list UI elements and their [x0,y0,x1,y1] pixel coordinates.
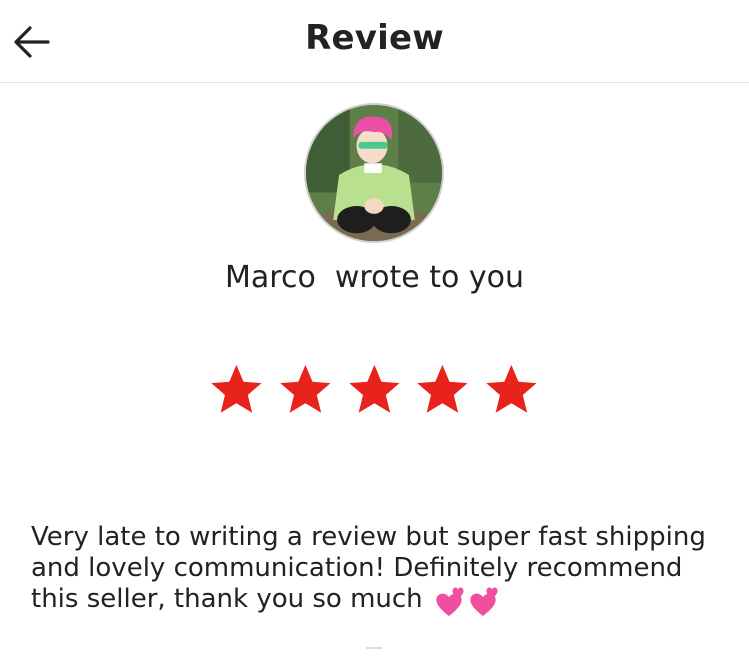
home-indicator [366,647,382,649]
reviewer-line: Marco wrote to you [225,260,524,295]
star-icon [348,364,400,413]
two-hearts-emoji [433,585,501,619]
page-title: Review [305,18,444,58]
app-header: Review [0,0,749,83]
review-text: Very late to writing a review but super … [31,522,706,614]
star-icon [417,364,468,413]
star-rating [209,362,539,420]
star-icon [211,364,262,413]
avatar [304,103,444,243]
review-text-block: Very late to writing a review but super … [31,522,731,619]
star-icon [486,364,537,413]
star-icon [280,364,331,413]
